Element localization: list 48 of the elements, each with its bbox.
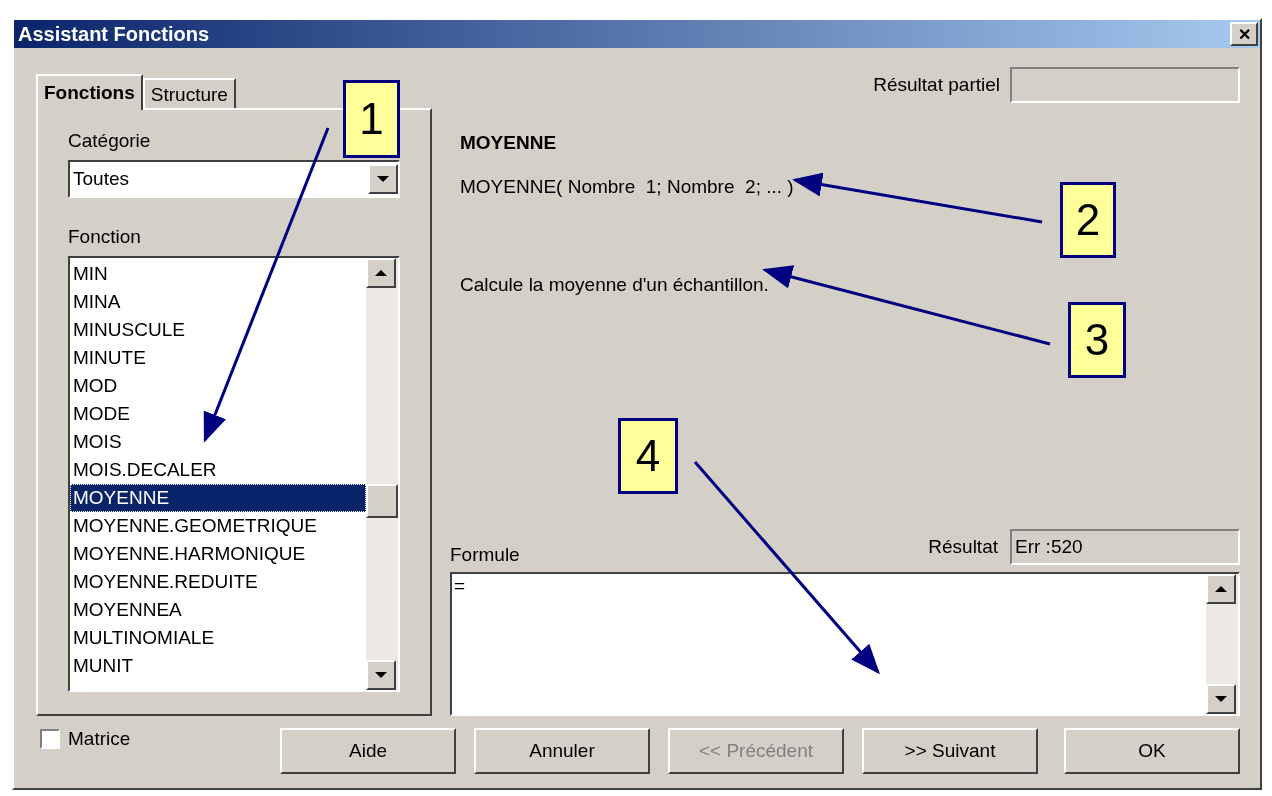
close-button[interactable]: ✕ bbox=[1230, 22, 1258, 46]
list-item[interactable]: MODE bbox=[70, 400, 366, 428]
result-field: Err :520 bbox=[1010, 529, 1240, 565]
list-item[interactable]: MINUSCULE bbox=[70, 316, 366, 344]
window-title: Assistant Fonctions bbox=[18, 22, 210, 46]
dropdown-button[interactable] bbox=[368, 164, 398, 194]
field-label: Résultat partiel bbox=[873, 74, 1000, 96]
list-item[interactable]: MOD bbox=[70, 372, 366, 400]
field-label: Formule bbox=[450, 544, 520, 566]
scroll-down-button[interactable] bbox=[1206, 684, 1236, 714]
list-item[interactable]: MINA bbox=[70, 288, 366, 316]
list-item[interactable]: MOIS.DECALER bbox=[70, 456, 366, 484]
list-item[interactable]: MINUTE bbox=[70, 344, 366, 372]
dialog-button[interactable]: Annuler bbox=[474, 728, 650, 774]
list-item[interactable]: MIN bbox=[70, 260, 366, 288]
list-item[interactable]: MOYENNE.REDUITE bbox=[70, 568, 366, 596]
dialog-button[interactable]: OK bbox=[1064, 728, 1240, 774]
dialog-button[interactable]: >> Suivant bbox=[862, 728, 1038, 774]
scroll-thumb[interactable] bbox=[366, 484, 398, 518]
dialog-button[interactable]: Aide bbox=[280, 728, 456, 774]
scroll-up-button[interactable] bbox=[1206, 574, 1236, 604]
function-name: MOYENNE bbox=[460, 132, 558, 154]
list-item[interactable]: MOYENNE bbox=[70, 484, 366, 512]
list-item[interactable]: MOYENNE.HARMONIQUE bbox=[70, 540, 366, 568]
scrollbar[interactable] bbox=[366, 258, 398, 690]
scroll-up-button[interactable] bbox=[366, 258, 396, 288]
field-label: Catégorie bbox=[68, 130, 152, 152]
tab[interactable]: Fonctions bbox=[36, 74, 143, 110]
checkbox-label: Matrice bbox=[68, 728, 131, 750]
function-syntax: MOYENNE( Nombre 1; Nombre 2; ... ) bbox=[460, 176, 795, 198]
callout-number: 2 bbox=[1060, 182, 1116, 258]
list-item[interactable]: MOIS bbox=[70, 428, 366, 456]
list-item[interactable]: MULTINOMIALE bbox=[70, 624, 366, 652]
scroll-down-button[interactable] bbox=[366, 660, 396, 690]
checkbox[interactable] bbox=[40, 729, 60, 749]
callout-number: 4 bbox=[618, 418, 678, 494]
list-item[interactable]: MOYENNE.GEOMETRIQUE bbox=[70, 512, 366, 540]
scrollbar[interactable] bbox=[1206, 574, 1238, 714]
list-item[interactable]: MOYENNEA bbox=[70, 596, 366, 624]
tab[interactable]: Structure bbox=[142, 78, 236, 108]
function-description: Calcule la moyenne d'un échantillon. bbox=[460, 274, 770, 296]
formula-field[interactable]: = bbox=[450, 572, 1240, 716]
field-label: Fonction bbox=[68, 226, 142, 248]
callout-number: 1 bbox=[343, 80, 400, 158]
callout-number: 3 bbox=[1068, 302, 1126, 378]
list-item[interactable]: MUNIT bbox=[70, 652, 366, 680]
field-label: Résultat bbox=[928, 536, 998, 558]
category-dropdown[interactable]: Toutes bbox=[68, 160, 400, 198]
